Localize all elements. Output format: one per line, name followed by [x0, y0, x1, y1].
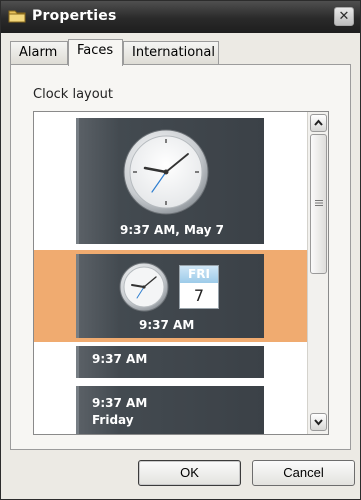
title-bar: Properties ✕: [1, 1, 360, 33]
scroll-thumb[interactable]: [310, 134, 327, 274]
clock-time-label: 9:37 AM: [139, 318, 195, 332]
clock-time-label: 9:37 AM, May 7: [120, 223, 225, 237]
layout-option-analog-calendar[interactable]: FRI 7 9:37 AM: [34, 250, 308, 342]
tab-strip: Alarm Faces International: [10, 39, 350, 66]
tab-faces[interactable]: Faces: [68, 39, 123, 66]
calendar-day: FRI: [180, 266, 218, 283]
tab-alarm[interactable]: Alarm: [10, 41, 68, 65]
tab-international[interactable]: International: [123, 41, 219, 65]
layout-option-digital-day[interactable]: 9:37 AM Friday: [34, 382, 308, 434]
folder-icon: [8, 10, 26, 23]
clock-day-label: Friday: [92, 413, 134, 427]
analog-clock-icon: [123, 129, 209, 215]
clock-face-preview: 9:37 AM Friday: [76, 386, 264, 434]
properties-dialog: Properties ✕ Alarm Faces International C…: [0, 0, 361, 500]
close-icon: ✕: [338, 9, 350, 24]
clock-time-label: 9:37 AM: [92, 396, 148, 410]
clock-time-label: 9:37 AM: [92, 352, 148, 366]
clock-layout-label: Clock layout: [33, 87, 114, 102]
layout-option-analog-large[interactable]: 9:37 AM, May 7: [34, 112, 308, 250]
clock-face-preview: 9:37 AM, May 7: [76, 118, 264, 244]
scroll-down-button[interactable]: [310, 413, 327, 431]
window-title: Properties: [32, 8, 117, 24]
faces-panel: Clock layout 9:37 AM, May 7 FRI 7 9:37 A…: [10, 64, 351, 450]
calendar-icon: FRI 7: [179, 265, 219, 309]
cancel-button[interactable]: Cancel: [252, 460, 355, 486]
ok-button[interactable]: OK: [138, 460, 241, 486]
analog-clock-icon: [119, 262, 169, 312]
clock-layout-list[interactable]: 9:37 AM, May 7 FRI 7 9:37 AM 9:37 AM 9:3…: [33, 111, 329, 435]
chevron-down-icon: [314, 419, 323, 426]
grip-icon: [315, 200, 323, 206]
scroll-up-button[interactable]: [310, 114, 327, 132]
vertical-scrollbar[interactable]: [307, 112, 328, 434]
clock-face-preview: FRI 7 9:37 AM: [76, 254, 264, 338]
calendar-date: 7: [193, 286, 205, 305]
clock-face-preview: 9:37 AM: [76, 346, 264, 378]
layout-option-digital[interactable]: 9:37 AM: [34, 342, 308, 382]
chevron-up-icon: [314, 119, 323, 126]
close-button[interactable]: ✕: [334, 7, 354, 26]
